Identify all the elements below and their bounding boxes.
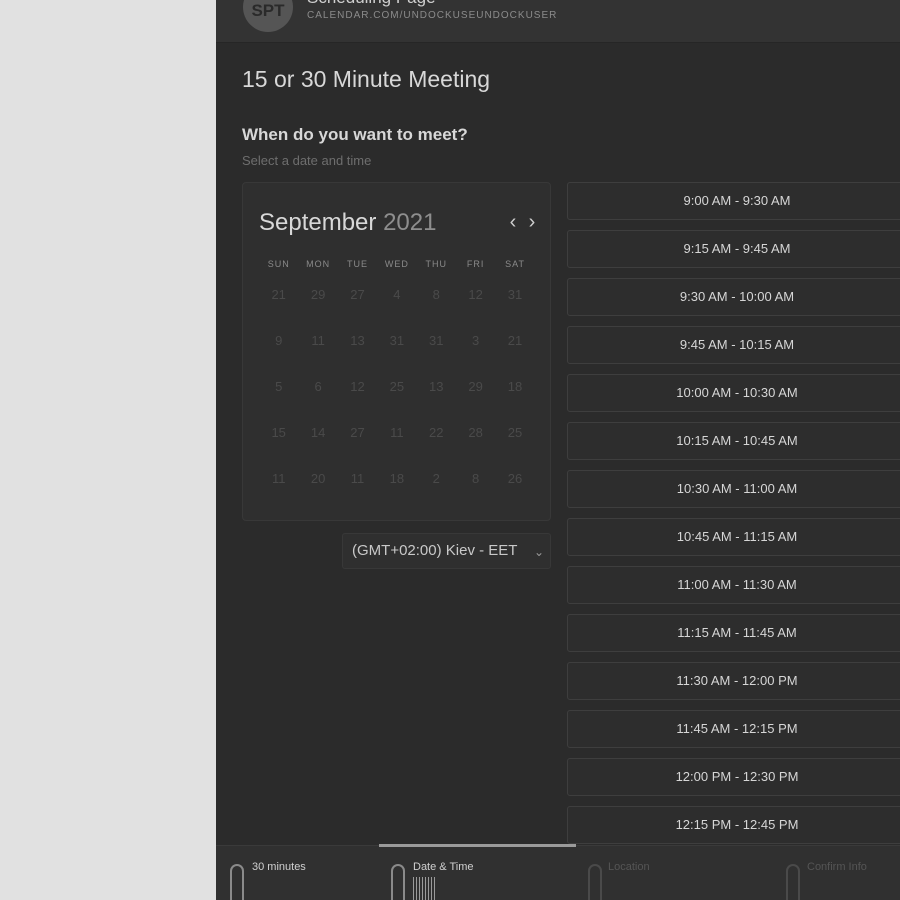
document-icon xyxy=(786,864,800,900)
calendar-day[interactable]: 20 xyxy=(298,467,337,513)
step-label: Location xyxy=(608,861,650,873)
calendar-year: 2021 xyxy=(383,209,437,236)
calendar-day[interactable]: 5 xyxy=(259,375,298,421)
time-slot-button[interactable]: 11:00 AM - 11:30 AM xyxy=(567,566,900,604)
calendar-month: September xyxy=(259,209,377,236)
calendar-day[interactable]: 31 xyxy=(417,329,456,375)
calendar-day[interactable]: 11 xyxy=(338,467,377,513)
calendar-day[interactable]: 27 xyxy=(338,421,377,467)
calendar-day[interactable]: 2 xyxy=(417,467,456,513)
booking-stepper: 30 minutes Date & Time Location Confirm … xyxy=(216,844,900,900)
calendar-day[interactable]: 8 xyxy=(456,467,495,513)
avatar: SPT xyxy=(243,0,293,32)
weekday-label: SUN xyxy=(267,259,290,269)
step-label: Date & Time xyxy=(413,861,474,873)
calendar-day[interactable]: 13 xyxy=(417,375,456,421)
calendar-day[interactable]: 28 xyxy=(456,421,495,467)
time-slot-button[interactable]: 12:00 PM - 12:30 PM xyxy=(567,758,900,796)
chevron-right-icon[interactable]: › xyxy=(524,211,540,233)
location-pin-icon xyxy=(588,864,602,900)
time-slot-button[interactable]: 9:45 AM - 10:15 AM xyxy=(567,326,900,364)
calendar-day[interactable]: 25 xyxy=(495,421,534,467)
page-header: SPT Scheduling Page CALENDAR.COM/UNDOCKU… xyxy=(216,0,900,43)
calendar-day[interactable]: 22 xyxy=(417,421,456,467)
time-slot-button[interactable]: 11:45 AM - 12:15 PM xyxy=(567,710,900,748)
time-slot-button[interactable]: 9:00 AM - 9:30 AM xyxy=(567,182,900,220)
date-picker: September 2021 ‹ › SUN MON TUE WED THU F… xyxy=(242,182,551,521)
calendar-day[interactable]: 8 xyxy=(417,283,456,329)
meeting-question: When do you want to meet? xyxy=(242,125,468,144)
chevron-left-icon[interactable]: ‹ xyxy=(505,211,521,233)
calendar-day[interactable]: 31 xyxy=(377,329,416,375)
calendar-day[interactable]: 29 xyxy=(456,375,495,421)
scheduling-panel: SPT Scheduling Page CALENDAR.COM/UNDOCKU… xyxy=(216,0,900,900)
calendar-day[interactable]: 11 xyxy=(259,467,298,513)
calendar-days: 21 29 27 4 8 12 31 9 11 13 31 31 3 21 5 … xyxy=(259,283,535,513)
calendar-day[interactable]: 3 xyxy=(456,329,495,375)
time-slot-button[interactable]: 11:30 AM - 12:00 PM xyxy=(567,662,900,700)
time-slot-button[interactable]: 11:15 AM - 11:45 AM xyxy=(567,614,900,652)
step-active-indicator xyxy=(413,877,435,900)
calendar-day[interactable]: 18 xyxy=(495,375,534,421)
weekday-label: THU xyxy=(425,259,447,269)
event-title: 15 or 30 Minute Meeting xyxy=(242,66,491,92)
time-slot-button[interactable]: 9:30 AM - 10:00 AM xyxy=(567,278,900,316)
step-label: 30 minutes xyxy=(252,861,306,873)
calendar-day[interactable]: 12 xyxy=(456,283,495,329)
time-slot-button[interactable]: 10:45 AM - 11:15 AM xyxy=(567,518,900,556)
calendar-day[interactable]: 21 xyxy=(495,329,534,375)
calendar-day[interactable]: 12 xyxy=(338,375,377,421)
calendar-day[interactable]: 4 xyxy=(377,283,416,329)
time-slot-button[interactable]: 10:15 AM - 10:45 AM xyxy=(567,422,900,460)
calendar-day[interactable]: 14 xyxy=(298,421,337,467)
step-progress-bar xyxy=(379,844,576,847)
weekday-label: WED xyxy=(384,259,409,269)
calendar-day[interactable]: 29 xyxy=(298,283,337,329)
chevron-down-icon: ⌄ xyxy=(533,545,544,559)
timezone-select[interactable]: (GMT+02:00) Kiev - EET ⌄ xyxy=(342,533,551,569)
time-slot-button[interactable]: 12:15 PM - 12:45 PM xyxy=(567,806,900,844)
timezone-value: (GMT+02:00) Kiev - EET xyxy=(352,542,518,559)
weekday-label: MON xyxy=(306,259,331,269)
scheduling-page-url[interactable]: CALENDAR.COM/UNDOCKUSEUNDOCKUSER xyxy=(307,10,557,21)
left-gutter xyxy=(0,0,216,900)
clock-icon xyxy=(230,864,244,900)
weekday-header: SUN MON TUE WED THU FRI SAT xyxy=(259,259,535,273)
calendar-day[interactable]: 9 xyxy=(259,329,298,375)
calendar-day[interactable]: 15 xyxy=(259,421,298,467)
weekday-label: TUE xyxy=(346,259,368,269)
calendar-day[interactable]: 18 xyxy=(377,467,416,513)
calendar-day[interactable]: 25 xyxy=(377,375,416,421)
calendar-month-year: September 2021 xyxy=(259,209,436,237)
calendar-day[interactable]: 6 xyxy=(298,375,337,421)
weekday-label: FRI xyxy=(466,259,485,269)
app-stage: SPT Scheduling Page CALENDAR.COM/UNDOCKU… xyxy=(0,0,900,900)
calendar-day[interactable]: 11 xyxy=(377,421,416,467)
calendar-icon xyxy=(391,864,405,900)
scheduling-page-name: Scheduling Page xyxy=(307,0,436,8)
calendar-day[interactable]: 11 xyxy=(298,329,337,375)
calendar-day[interactable]: 21 xyxy=(259,283,298,329)
time-slot-button[interactable]: 9:15 AM - 9:45 AM xyxy=(567,230,900,268)
calendar-day[interactable]: 13 xyxy=(338,329,377,375)
calendar-day[interactable]: 31 xyxy=(495,283,534,329)
time-slot-button[interactable]: 10:30 AM - 11:00 AM xyxy=(567,470,900,508)
time-slot-list: 9:00 AM - 9:30 AM 9:15 AM - 9:45 AM 9:30… xyxy=(567,182,900,854)
calendar-day[interactable]: 27 xyxy=(338,283,377,329)
calendar-day[interactable]: 26 xyxy=(495,467,534,513)
weekday-label: SAT xyxy=(505,259,525,269)
time-slot-button[interactable]: 10:00 AM - 10:30 AM xyxy=(567,374,900,412)
meeting-subprompt: Select a date and time xyxy=(242,153,372,168)
step-label: Confirm Info xyxy=(807,861,867,873)
